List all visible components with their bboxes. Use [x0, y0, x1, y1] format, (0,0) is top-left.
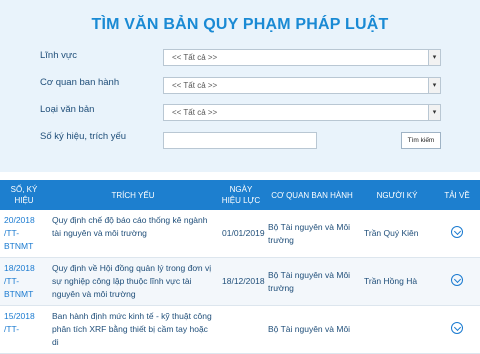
chevron-down-icon[interactable]: ▾ — [428, 78, 440, 93]
doc-code-link[interactable]: 18/2018 /TT-BTNMT — [0, 257, 48, 306]
search-button[interactable]: Tìm kiếm — [401, 132, 441, 149]
download-circle-icon[interactable] — [451, 273, 463, 286]
doc-summary[interactable]: Quy định về Hội đồng quản lý trong đơn v… — [48, 257, 218, 306]
doc-summary[interactable]: Ban hành định mức kinh tế - kỹ thuật côn… — [48, 305, 218, 354]
doc-agency: Bộ Tài nguyên và Môi trường — [264, 257, 360, 306]
doc-signer: Trần Quý Kiên — [360, 210, 434, 258]
table-row: 18/2018 /TT-BTNMT Quy định về Hội đồng q… — [0, 257, 480, 306]
keyword-label: Số ký hiệu, trích yếu — [40, 131, 127, 142]
agency-select-value: << Tất cả >> — [172, 81, 218, 90]
doc-agency: Bộ Tài nguyên và Môi — [264, 305, 360, 354]
col-code: SỐ, KÝ HIỆU — [0, 180, 48, 210]
download-circle-icon[interactable] — [451, 225, 463, 238]
download-circle-icon[interactable] — [451, 321, 463, 334]
agency-select[interactable]: << Tất cả >> ▾ — [163, 77, 441, 94]
table-row: 20/2018 /TT-BTNMT Quy định chế độ báo cá… — [0, 210, 480, 258]
col-date: NGÀY HIỆU LỰC — [218, 180, 264, 210]
search-panel: TÌM VĂN BẢN QUY PHẠM PHÁP LUẬT Lĩnh vực … — [0, 0, 480, 172]
doc-code-link[interactable]: 15/2018 /TT- — [0, 305, 48, 354]
type-select-value: << Tất cả >> — [172, 108, 218, 117]
doc-agency: Bộ Tài nguyên và Môi trường — [264, 210, 360, 258]
doc-signer — [360, 305, 434, 354]
keyword-input[interactable] — [163, 132, 317, 149]
col-summary: TRÍCH YẾU — [48, 180, 218, 210]
field-label: Lĩnh vực — [40, 50, 77, 61]
doc-date — [218, 305, 264, 354]
results-table: SỐ, KÝ HIỆU TRÍCH YẾU NGÀY HIỆU LỰC CƠ Q… — [0, 180, 480, 354]
chevron-down-icon[interactable]: ▾ — [428, 50, 440, 65]
field-select[interactable]: << Tất cả >> ▾ — [163, 49, 441, 66]
chevron-down-icon[interactable]: ▾ — [428, 105, 440, 120]
field-select-value: << Tất cả >> — [172, 53, 218, 62]
type-label: Loại văn bản — [40, 104, 95, 115]
table-header: SỐ, KÝ HIỆU TRÍCH YẾU NGÀY HIỆU LỰC CƠ Q… — [0, 180, 480, 210]
table-row: 15/2018 /TT- Ban hành định mức kinh tế -… — [0, 305, 480, 354]
doc-summary[interactable]: Quy định chế độ báo cáo thống kê ngành t… — [48, 210, 218, 258]
page-title: TÌM VĂN BẢN QUY PHẠM PHÁP LUẬT — [91, 16, 389, 33]
col-agency: CƠ QUAN BAN HÀNH — [264, 180, 360, 210]
col-signer: NGƯỜI KÝ — [360, 180, 434, 210]
type-select[interactable]: << Tất cả >> ▾ — [163, 104, 441, 121]
doc-code-link[interactable]: 20/2018 /TT-BTNMT — [0, 210, 48, 258]
col-download: TẢI VỀ — [434, 180, 480, 210]
doc-signer: Trần Hồng Hà — [360, 257, 434, 306]
doc-date: 18/12/2018 — [218, 257, 265, 306]
agency-label: Cơ quan ban hành — [40, 77, 120, 88]
doc-date: 01/01/2019 — [218, 210, 265, 258]
